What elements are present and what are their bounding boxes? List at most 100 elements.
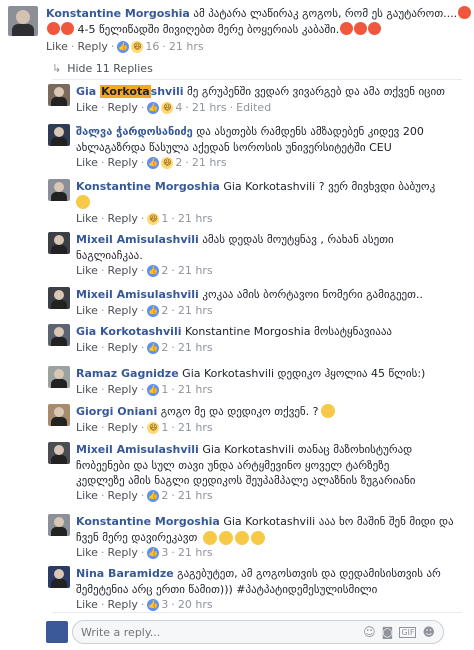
reply-button[interactable]: Reply: [107, 383, 137, 396]
avatar[interactable]: [48, 366, 70, 388]
reply-input[interactable]: [81, 625, 358, 639]
reply-button[interactable]: Reply: [107, 341, 137, 354]
author-name[interactable]: Konstantine Morgoshia: [76, 515, 220, 528]
timestamp[interactable]: 21 hrs: [178, 264, 213, 277]
reply-actions: Like · Reply · 👍 2 · 21 hrs: [76, 489, 213, 502]
reply-button[interactable]: Reply: [107, 101, 137, 114]
like-button[interactable]: Like: [76, 264, 98, 277]
like-reaction-icon: 👍: [147, 341, 160, 354]
reply-text-line: ნაგლიაჩკაა.: [76, 249, 143, 262]
gif-icon[interactable]: GIF: [399, 626, 417, 638]
reaction-count[interactable]: 😆 1: [147, 212, 168, 225]
avatar[interactable]: [48, 442, 70, 464]
camera-icon[interactable]: ◙: [382, 625, 394, 639]
reply-button[interactable]: Reply: [107, 546, 137, 559]
author-name[interactable]: Mixeil Amisulashvili: [76, 443, 199, 456]
reply-text-line: შემეტენია არც ერთი წამით))) #პატპატიდემე…: [76, 583, 378, 596]
reply-text-line: კედლეზე ამის ნაგლი დედიკოს შეუპამპალე ალ…: [76, 474, 416, 487]
timestamp[interactable]: 21 hrs: [192, 156, 227, 169]
sticker-icon[interactable]: ☻: [422, 625, 435, 639]
reaction-count[interactable]: 👍 😆 2: [147, 156, 182, 169]
like-button[interactable]: Like: [76, 421, 98, 434]
author-name[interactable]: Giorgi Oniani: [76, 405, 157, 418]
reply-text: Mixeil Amisulashvili ამას დედას მოუტყნავ…: [76, 233, 394, 246]
comment-text: ამ პატარა ლაწირაკ გოგოს, რომ ეს გაუტაროთ…: [193, 7, 458, 20]
comment-text-line2: 4-5 წელიწადში მივიღებთ მერე ბოყერიას კაბ…: [46, 22, 382, 37]
avatar[interactable]: [8, 6, 38, 36]
reply-actions: Like · Reply · 😆 1 · 21 hrs: [76, 212, 213, 225]
avatar[interactable]: [48, 404, 70, 426]
haha-reaction-icon: 😆: [147, 212, 160, 225]
like-button[interactable]: Like: [76, 598, 98, 611]
haha-reaction-icon: 😆: [161, 156, 174, 169]
reaction-count[interactable]: 👍 2: [147, 304, 168, 317]
timestamp[interactable]: 21 hrs: [178, 212, 213, 225]
reply-button[interactable]: Reply: [77, 40, 107, 53]
reply-box[interactable]: ☺ ◙ GIF ☻: [72, 620, 444, 644]
author-name[interactable]: შალვა ჭარდოსანიძე: [76, 125, 193, 138]
like-button[interactable]: Like: [76, 546, 98, 559]
author-name[interactable]: Konstantine Morgoshia: [46, 7, 190, 20]
avatar[interactable]: [48, 566, 70, 588]
timestamp[interactable]: 21 hrs: [178, 383, 213, 396]
like-button[interactable]: Like: [76, 304, 98, 317]
avatar[interactable]: [48, 179, 70, 201]
like-button[interactable]: Like: [76, 212, 98, 225]
author-name[interactable]: Gia Korkotashvili: [76, 325, 181, 338]
timestamp[interactable]: 21 hrs: [178, 341, 213, 354]
angry-emoji-icon: [47, 22, 60, 35]
reaction-count[interactable]: 👍 2: [147, 489, 168, 502]
reaction-count[interactable]: 👍 2: [147, 264, 168, 277]
reply-actions: Like · Reply · 👍 😆 4 · 21 hrs · Edited: [76, 101, 272, 114]
reaction-count[interactable]: 👍 3: [147, 546, 168, 559]
reply-button[interactable]: Reply: [107, 421, 137, 434]
edited-label[interactable]: Edited: [236, 101, 271, 114]
timestamp[interactable]: 21 hrs: [178, 489, 213, 502]
author-name[interactable]: Gia Korkotashvili: [76, 85, 184, 98]
timestamp[interactable]: 20 hrs: [178, 598, 213, 611]
like-button[interactable]: Like: [76, 341, 98, 354]
timestamp[interactable]: 21 hrs: [178, 421, 213, 434]
reply-button[interactable]: Reply: [107, 304, 137, 317]
author-name[interactable]: Mixeil Amisulashvili: [76, 288, 199, 301]
emoji-icon[interactable]: ☺: [363, 625, 376, 639]
reaction-count[interactable]: 😆 1: [147, 421, 168, 434]
avatar[interactable]: [48, 232, 70, 254]
avatar[interactable]: [48, 124, 70, 146]
like-button[interactable]: Like: [76, 101, 98, 114]
reaction-count[interactable]: 👍 1: [147, 383, 168, 396]
author-name[interactable]: Konstantine Morgoshia: [76, 180, 220, 193]
author-name[interactable]: Nina Baramidze: [76, 567, 174, 580]
avatar[interactable]: [48, 287, 70, 309]
author-name[interactable]: Mixeil Amisulashvili: [76, 233, 199, 246]
reaction-count[interactable]: 👍 2: [147, 341, 168, 354]
timestamp[interactable]: 21 hrs: [169, 40, 204, 53]
reply-text: Gia Korkotashvili Konstantine Morgoshia …: [76, 325, 393, 338]
search-highlight: Korkota: [100, 85, 151, 98]
reply-button[interactable]: Reply: [107, 156, 137, 169]
reply-button[interactable]: Reply: [107, 264, 137, 277]
like-button[interactable]: Like: [76, 489, 98, 502]
avatar[interactable]: [48, 324, 70, 346]
like-button[interactable]: Like: [46, 40, 68, 53]
avatar[interactable]: [48, 514, 70, 536]
reaction-count[interactable]: 👍 😆 4: [147, 101, 182, 114]
hide-replies-link[interactable]: ↳ Hide 11 Replies: [52, 62, 153, 75]
avatar[interactable]: [48, 84, 70, 106]
reply-button[interactable]: Reply: [107, 212, 137, 225]
reply-button[interactable]: Reply: [107, 489, 137, 502]
timestamp[interactable]: 21 hrs: [178, 546, 213, 559]
angry-emoji-icon: [61, 22, 74, 35]
timestamp[interactable]: 21 hrs: [192, 101, 227, 114]
timestamp[interactable]: 21 hrs: [178, 304, 213, 317]
reaction-count[interactable]: 👍 3: [147, 598, 168, 611]
like-reaction-icon: 👍: [147, 101, 160, 114]
author-name[interactable]: Ramaz Gagnidze: [76, 367, 179, 380]
reply-actions: Like · Reply · 👍 😆 2 · 21 hrs: [76, 156, 227, 169]
reaction-count[interactable]: 👍 😆 16: [117, 40, 159, 53]
emoji-line: [74, 195, 90, 210]
like-button[interactable]: Like: [76, 383, 98, 396]
like-button[interactable]: Like: [76, 156, 98, 169]
reply-button[interactable]: Reply: [107, 598, 137, 611]
angry-emoji-icon: [354, 22, 368, 35]
